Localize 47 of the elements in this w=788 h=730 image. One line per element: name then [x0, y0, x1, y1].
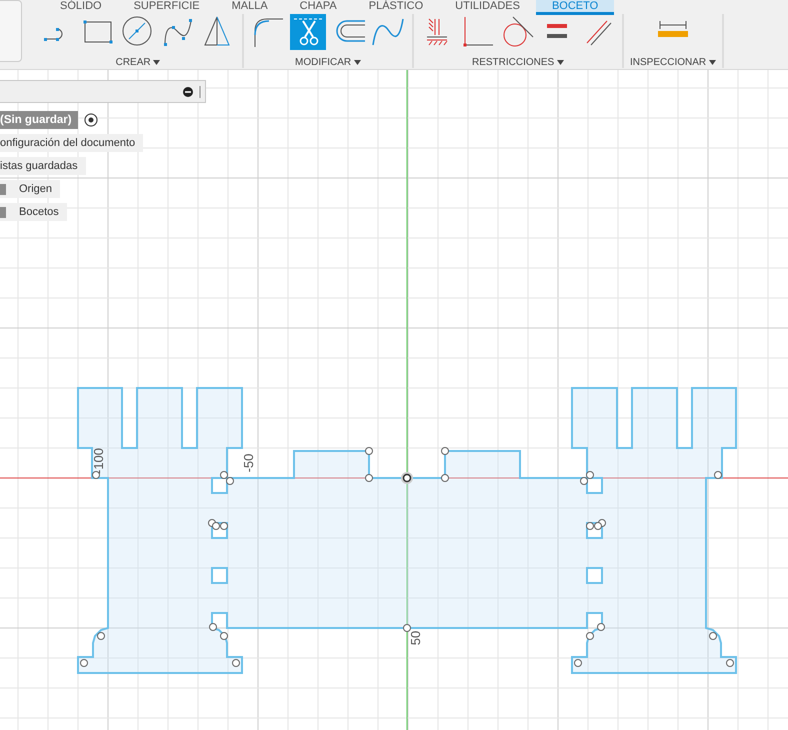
sketch-point[interactable] [212, 522, 220, 530]
sketch-point[interactable] [580, 477, 588, 485]
sketch-point[interactable] [586, 522, 594, 530]
scissors-icon[interactable] [290, 14, 326, 50]
sketch-point[interactable] [80, 659, 88, 667]
radio-icon[interactable] [84, 113, 98, 127]
browser-item[interactable]: onfiguración del documento [0, 134, 144, 152]
sketch-point[interactable] [709, 632, 717, 640]
grip-icon[interactable] [199, 86, 202, 98]
sketch-point[interactable] [441, 474, 449, 482]
sketch-point[interactable] [232, 659, 240, 667]
sketch-point[interactable] [441, 447, 449, 455]
sketch-point[interactable] [97, 632, 105, 640]
caret-icon [153, 60, 160, 65]
ribbon-tab[interactable]: UTILIDADES [439, 0, 536, 12]
sketch-point[interactable] [574, 659, 582, 667]
group-menu[interactable]: RESTRICCIONES [472, 57, 564, 68]
ribbon-tab[interactable]: MALLA [216, 0, 284, 12]
caret-icon [708, 60, 716, 65]
ribbon-tab[interactable]: CHAPA [284, 0, 353, 12]
sketch-point[interactable] [365, 474, 373, 482]
sketch-point[interactable] [586, 471, 594, 479]
ribbon-tab[interactable]: SUPERFICIE [118, 0, 216, 12]
sketch-point[interactable] [726, 659, 734, 667]
sketch-point[interactable] [220, 522, 228, 530]
dimension-label[interactable]: -50 [241, 454, 256, 472]
dimension-label[interactable]: -100 [91, 448, 106, 474]
sketch-point[interactable] [365, 447, 373, 455]
collapse-icon[interactable] [183, 86, 193, 96]
caret-icon [354, 60, 361, 65]
sketch-point[interactable] [403, 624, 411, 632]
dimension-label[interactable]: 50 [408, 630, 423, 646]
folder-icon [0, 184, 6, 194]
folder-icon [0, 206, 6, 218]
sketch-point[interactable] [220, 632, 228, 640]
browser-item[interactable]: istas guardadas [0, 157, 86, 175]
sketch-point[interactable] [597, 623, 605, 631]
sketch-point[interactable] [226, 477, 234, 485]
sketch-point[interactable] [209, 623, 217, 631]
sketch-point[interactable] [714, 471, 722, 479]
sketch-point[interactable] [594, 522, 602, 530]
caret-icon [557, 60, 564, 65]
sketch-point[interactable] [220, 471, 228, 479]
group-menu[interactable]: CREAR [116, 57, 160, 68]
group-menu[interactable]: INSPECCIONAR [630, 57, 716, 68]
sketch-point[interactable] [586, 632, 594, 640]
group-menu[interactable]: MODIFICAR [295, 57, 361, 68]
